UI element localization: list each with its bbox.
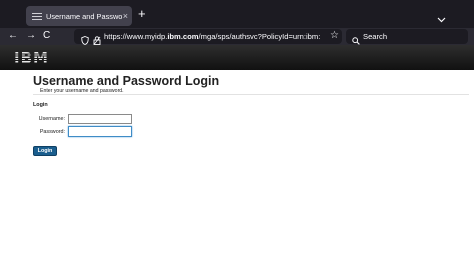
- divider: [33, 94, 469, 95]
- back-button[interactable]: ←: [8, 29, 18, 43]
- search-placeholder: Search: [363, 32, 388, 41]
- url-text[interactable]: https://www.myidp.ibm.com/mga/sps/authsv…: [104, 31, 324, 42]
- search-input[interactable]: Search: [346, 29, 468, 45]
- password-field[interactable]: [68, 126, 132, 137]
- forward-button[interactable]: →: [26, 29, 36, 43]
- page-title: Username and Password Login: [33, 74, 220, 88]
- browser-tab-bar: Username and Password × +: [0, 0, 474, 28]
- bookmark-star-icon[interactable]: ☆: [330, 30, 339, 42]
- password-label: Password:: [39, 129, 65, 135]
- chevron-down-icon[interactable]: [437, 10, 446, 28]
- site-header: IBM: [0, 45, 474, 70]
- username-label: Username:: [38, 116, 65, 122]
- close-icon[interactable]: ×: [123, 9, 128, 23]
- page-lines-icon: [32, 12, 42, 20]
- username-field[interactable]: [68, 114, 132, 124]
- form-heading: Login: [33, 102, 48, 108]
- address-bar[interactable]: https://www.myidp.ibm.com/mga/sps/authsv…: [74, 29, 342, 45]
- browser-toolbar: ← → C https://www.myidp.ibm.com/mga/sps/…: [0, 28, 474, 45]
- login-button[interactable]: Login: [33, 146, 57, 156]
- tab-title: Username and Password: [46, 11, 122, 21]
- ibm-logo: IBM: [14, 49, 49, 67]
- new-tab-button[interactable]: +: [138, 7, 146, 21]
- reload-button[interactable]: C: [43, 29, 50, 43]
- browser-tab[interactable]: Username and Password ×: [26, 6, 132, 26]
